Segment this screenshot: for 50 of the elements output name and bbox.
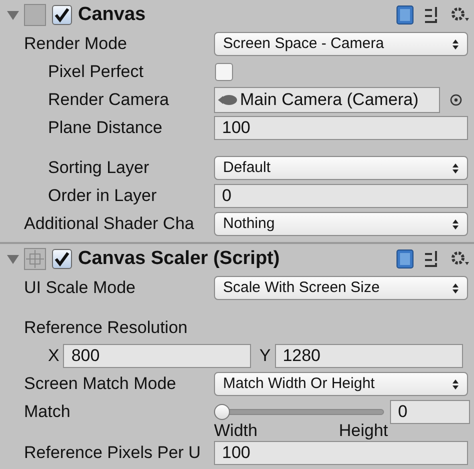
dropdown[interactable]: Screen Space - Camera bbox=[214, 32, 468, 56]
dropdown[interactable]: Scale With Screen Size bbox=[214, 276, 468, 300]
updown-caret-icon bbox=[452, 282, 459, 294]
enable-checkbox[interactable] bbox=[52, 249, 72, 269]
property-label: Render Mode bbox=[24, 33, 128, 56]
updown-caret-icon bbox=[452, 162, 459, 174]
expand-triangle-icon[interactable] bbox=[6, 9, 20, 21]
property-label: Additional Shader Cha bbox=[24, 213, 194, 236]
component-title: Canvas bbox=[78, 2, 146, 27]
number-field[interactable]: 100 bbox=[214, 441, 468, 465]
component-title: Canvas Scaler (Script) bbox=[78, 246, 280, 271]
dropdown[interactable]: Default bbox=[214, 156, 468, 180]
help-icon[interactable] bbox=[396, 5, 414, 25]
enable-checkbox[interactable] bbox=[52, 5, 72, 25]
slider-track[interactable] bbox=[214, 403, 384, 421]
property-label: Sorting Layer bbox=[47, 157, 150, 180]
slider-max-label: Height bbox=[338, 420, 388, 442]
updown-caret-icon bbox=[452, 38, 459, 50]
property-label: Screen Match Mode bbox=[24, 373, 176, 396]
sliders-icon[interactable] bbox=[424, 6, 440, 24]
property-label: Order in Layer bbox=[47, 185, 157, 208]
property-label: UI Scale Mode bbox=[24, 277, 136, 300]
property-label: Pixel Perfect bbox=[47, 61, 144, 84]
property-label: Match bbox=[24, 401, 70, 424]
number-field[interactable]: 800 bbox=[63, 344, 252, 368]
slider-min-label: Width bbox=[214, 420, 258, 442]
dropdown[interactable]: Nothing bbox=[214, 212, 468, 236]
expand-triangle-icon[interactable] bbox=[6, 253, 20, 265]
updown-caret-icon bbox=[452, 378, 459, 390]
slider-thumb[interactable] bbox=[214, 404, 230, 420]
dropdown[interactable]: Match Width Or Height bbox=[214, 372, 468, 396]
component-icon bbox=[24, 4, 46, 26]
number-field[interactable]: 1280 bbox=[274, 344, 463, 368]
updown-caret-icon bbox=[452, 218, 459, 230]
property-label: Reference Resolution bbox=[24, 317, 188, 340]
property-label: Render Camera bbox=[47, 89, 169, 112]
number-field[interactable]: 0 bbox=[390, 400, 470, 424]
help-icon[interactable] bbox=[396, 249, 414, 269]
checkbox[interactable] bbox=[215, 63, 233, 81]
number-field[interactable]: 0 bbox=[214, 184, 468, 208]
axis-label: Y bbox=[259, 345, 271, 368]
axis-label: X bbox=[48, 345, 60, 368]
property-label: Plane Distance bbox=[47, 117, 162, 140]
sliders-icon[interactable] bbox=[424, 250, 440, 268]
number-field[interactable]: 100 bbox=[214, 116, 468, 140]
camera-icon bbox=[218, 94, 238, 106]
component-icon bbox=[24, 248, 46, 270]
property-label: Reference Pixels Per U bbox=[24, 442, 201, 464]
object-field[interactable]: Main Camera (Camera) bbox=[214, 87, 440, 113]
target-icon[interactable] bbox=[450, 94, 462, 106]
